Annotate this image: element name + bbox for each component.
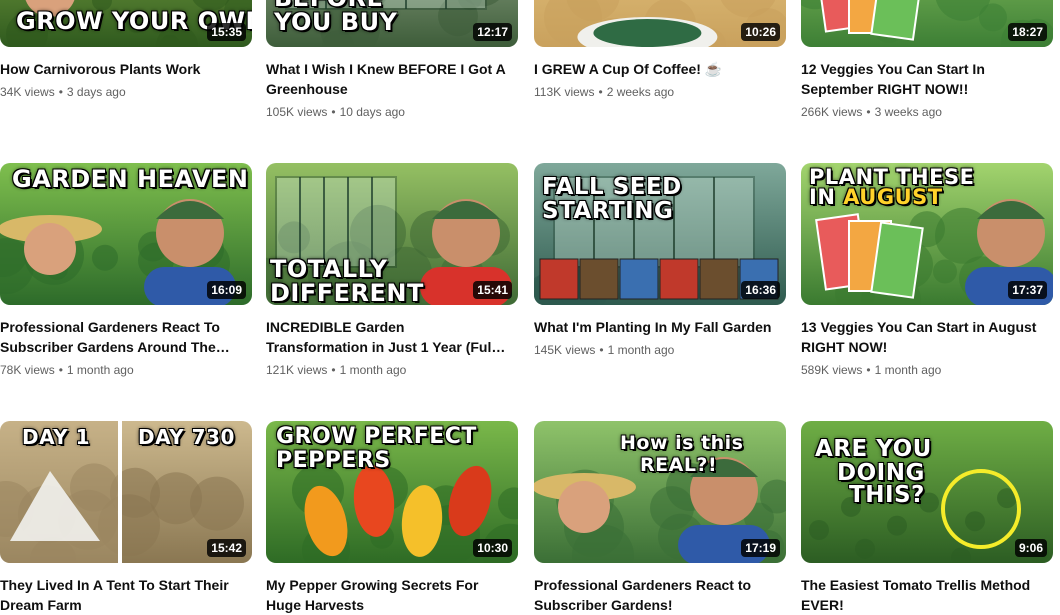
video-card[interactable]: How is this REAL?! 17:19 Professional Garde… — [534, 421, 786, 615]
video-meta: 113K views • 2 weeks ago — [534, 83, 786, 101]
thumbnail-overlay-text: GROW PERFECT — [276, 424, 477, 449]
view-count: 78K views — [0, 363, 55, 377]
thumbnail-overlay-text: DIFFERENT — [270, 279, 424, 305]
video-card[interactable]: GROW YOUR OWN 15:35 How Carnivorous Plants… — [0, 0, 252, 101]
video-duration: 16:36 — [741, 281, 780, 299]
view-count: 121K views — [266, 363, 328, 377]
video-meta: 266K views • 3 weeks ago — [801, 103, 1053, 121]
video-title[interactable]: I GREW A Cup Of Coffee! ☕ — [534, 59, 774, 79]
meta-separator: • — [58, 85, 63, 99]
video-title[interactable]: My Pepper Growing Secrets For Huge Harve… — [266, 575, 506, 615]
thumbnail-overlay-text: YOU BUY — [274, 8, 398, 36]
view-count: 589K views — [801, 363, 863, 377]
video-card[interactable]: GARDEN HEAVEN 16:09 Professional Gardeners… — [0, 163, 252, 379]
view-count: 34K views — [0, 85, 55, 99]
video-thumbnail[interactable]: GROW YOUR OWN 15:35 — [0, 0, 252, 47]
video-card[interactable]: ARE YOU DOING THIS? 9:06 The Easiest Tomato … — [801, 421, 1053, 615]
video-meta: 105K views • 10 days ago — [266, 103, 518, 121]
meta-separator: • — [599, 343, 604, 357]
thumbnail-overlay-text: GARDEN HEAVEN — [12, 165, 249, 193]
video-meta: 121K views • 1 month ago — [266, 361, 518, 379]
meta-separator: • — [58, 363, 63, 377]
video-duration: 15:41 — [473, 281, 512, 299]
video-card[interactable]: 18:27 12 Veggies You Can Start In Septemb… — [801, 0, 1053, 121]
video-card[interactable]: DAY 1 DAY 730 15:42 They Lived In A Tent To… — [0, 421, 252, 615]
upload-age: 3 weeks ago — [874, 105, 942, 119]
video-duration: 15:42 — [207, 539, 246, 557]
video-title[interactable]: What I Wish I Knew BEFORE I Got A Greenh… — [266, 59, 506, 99]
video-duration: 17:37 — [1008, 281, 1047, 299]
thumbnail-overlay-text: ARE YOU — [815, 436, 932, 462]
video-title[interactable]: How Carnivorous Plants Work — [0, 59, 240, 79]
video-title[interactable]: 12 Veggies You Can Start In September RI… — [801, 59, 1041, 99]
video-duration: 10:26 — [741, 23, 780, 41]
upload-age: 1 month ago — [66, 363, 134, 377]
video-card[interactable]: BEFOREYOU BUY12:17What I Wish I Knew BEF… — [266, 0, 518, 121]
upload-age: 2 weeks ago — [606, 85, 675, 99]
video-duration: 9:06 — [1014, 539, 1047, 557]
view-count: 113K views — [534, 85, 595, 99]
video-thumbnail[interactable]: GROW PERFECT PEPPERS 10:30 — [266, 421, 518, 563]
upload-age: 1 month ago — [607, 343, 675, 357]
video-title[interactable]: 13 Veggies You Can Start in August RIGHT… — [801, 317, 1041, 357]
video-duration: 12:17 — [473, 23, 512, 41]
video-thumbnail[interactable]: 10:26 — [534, 0, 786, 47]
view-count: 145K views — [534, 343, 596, 357]
upload-age: 1 month ago — [874, 363, 942, 377]
video-card[interactable]: FALL SEED STARTING 16:36 What I'm Planting … — [534, 163, 786, 359]
video-title[interactable]: INCREDIBLE Garden Transformation in Just… — [266, 317, 506, 357]
video-thumbnail[interactable]: BEFOREYOU BUY12:17 — [266, 0, 518, 47]
meta-separator: • — [598, 85, 603, 99]
video-meta: 589K views • 1 month ago — [801, 361, 1053, 379]
video-thumbnail[interactable]: How is this REAL?! 17:19 — [534, 421, 786, 563]
view-count: 105K views — [266, 105, 328, 119]
meta-separator: • — [866, 105, 871, 119]
meta-separator: • — [866, 363, 871, 377]
video-thumbnail[interactable]: PLANT THESE IN AUGUST 17:37 — [801, 163, 1053, 305]
video-card[interactable]: PLANT THESE IN AUGUST 17:37 13 Veggies You … — [801, 163, 1053, 379]
video-thumbnail[interactable]: TOTALLY DIFFERENT 15:41 — [266, 163, 518, 305]
thumbnail-overlay-text: DAY 1 — [22, 425, 91, 449]
video-title[interactable]: What I'm Planting In My Fall Garden — [534, 317, 774, 337]
thumbnail-overlay-text: STARTING — [542, 198, 674, 224]
video-card[interactable]: 10:26 I GREW A Cup Of Coffee! ☕ 113K views… — [534, 0, 786, 101]
video-meta: 145K views • 1 month ago — [534, 341, 786, 359]
video-card[interactable]: TOTALLY DIFFERENT 15:41 INCREDIBLE Garden T… — [266, 163, 518, 379]
video-duration: 16:09 — [207, 281, 246, 299]
video-duration: 10:30 — [473, 539, 512, 557]
video-title[interactable]: Professional Gardeners React to Subscrib… — [534, 575, 774, 615]
video-thumbnail[interactable]: ARE YOU DOING THIS? 9:06 — [801, 421, 1053, 563]
thumbnail-overlay-text: TOTALLY — [270, 255, 388, 283]
thumbnail-overlay-text: DAY 730 — [138, 425, 235, 449]
video-meta: 78K views • 1 month ago — [0, 361, 252, 379]
thumbnail-overlay-text: THIS? — [849, 482, 925, 508]
video-thumbnail[interactable]: FALL SEED STARTING 16:36 — [534, 163, 786, 305]
upload-age: 10 days ago — [339, 105, 405, 119]
video-meta: 34K views • 3 days ago — [0, 83, 252, 101]
video-thumbnail[interactable]: DAY 1 DAY 730 15:42 — [0, 421, 252, 563]
meta-separator: • — [331, 363, 336, 377]
video-title[interactable]: Professional Gardeners React To Subscrib… — [0, 317, 240, 357]
video-thumbnail[interactable]: GARDEN HEAVEN 16:09 — [0, 163, 252, 305]
video-duration: 15:35 — [207, 23, 246, 41]
video-thumbnail[interactable]: 18:27 — [801, 0, 1053, 47]
video-duration: 18:27 — [1008, 23, 1047, 41]
video-title[interactable]: The Easiest Tomato Trellis Method EVER! — [801, 575, 1041, 615]
thumbnail-overlay-text: REAL?! — [640, 454, 718, 476]
upload-age: 3 days ago — [66, 85, 126, 99]
video-title[interactable]: They Lived In A Tent To Start Their Drea… — [0, 575, 240, 615]
video-duration: 17:19 — [741, 539, 780, 557]
thumbnail-overlay-text: FALL SEED — [542, 174, 682, 200]
thumbnail-overlay-text: PEPPERS — [276, 448, 391, 473]
thumbnail-overlay-text: How is this — [620, 432, 744, 454]
thumbnail-overlay-text: IN AUGUST — [809, 185, 943, 209]
upload-age: 1 month ago — [339, 363, 407, 377]
view-count: 266K views — [801, 105, 863, 119]
video-card[interactable]: GROW PERFECT PEPPERS 10:30 My Pepper Growin… — [266, 421, 518, 615]
meta-separator: • — [331, 105, 336, 119]
